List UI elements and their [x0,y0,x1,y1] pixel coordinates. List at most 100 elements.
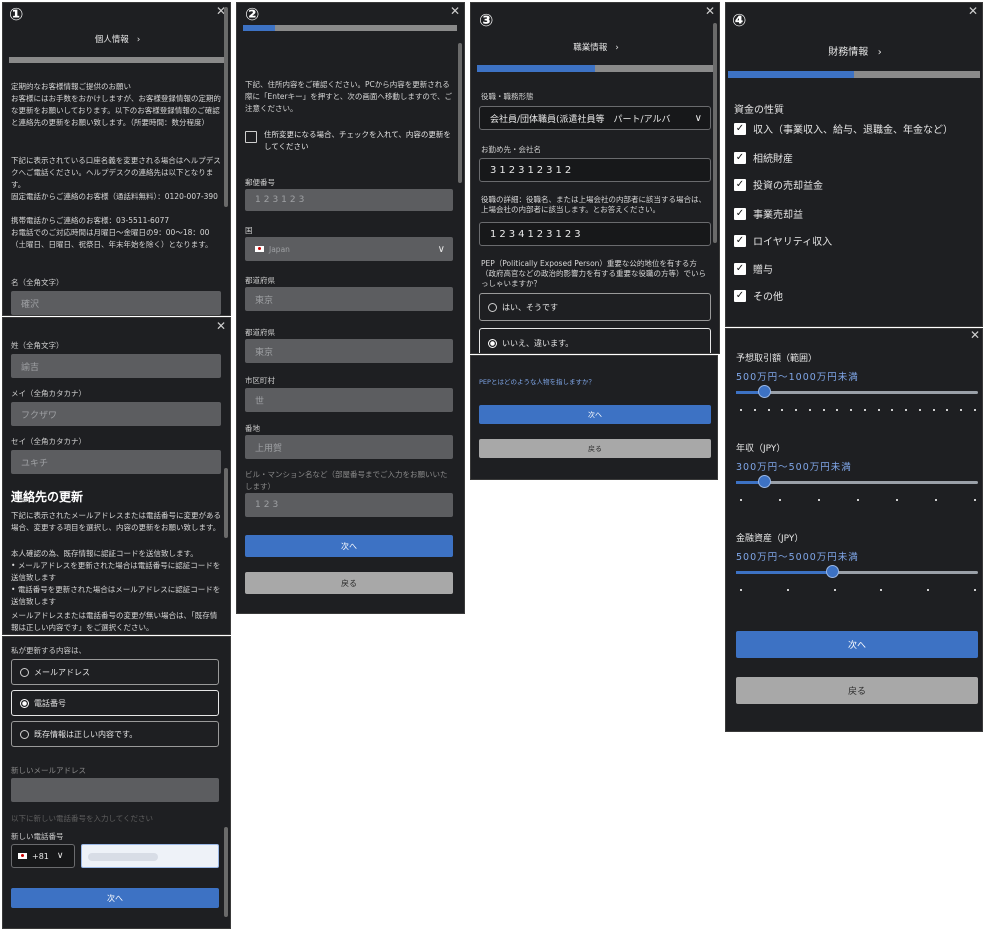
pep-no-option[interactable]: いいえ、違います。 [479,328,711,353]
income-ticks [740,499,976,501]
address-change-checkbox[interactable]: 住所変更になる場合、チェックを入れて、内容の更新をしてください [245,129,457,153]
trade-range-value: 500万円～1000万円未満 [736,372,859,383]
assets-knob[interactable] [825,565,839,578]
assets-ticks [740,589,976,591]
option-email[interactable]: メールアドレス [11,659,219,685]
step-number: ② [245,5,260,25]
postal-field[interactable]: 123123 [245,189,453,211]
radio-icon [488,302,497,312]
trade-range-knob[interactable] [758,385,772,398]
new-phone-label: 新しい電話番号 [11,832,64,841]
position-select[interactable]: 会社員/団体職員(派遣社員等 パート/アルバ ∨ [479,106,711,130]
pep-yes-option[interactable]: はい、そうです [479,293,711,321]
bullet-item: メールアドレスを更新された場合は電話番号に認証コードを送信致します [11,560,223,584]
source-checkbox[interactable]: ✓ 収入（事業収入、給与、退職金、年金など） [734,121,953,136]
last-name-field[interactable]: 諭吉 [11,354,221,378]
next-button[interactable]: 次へ [736,631,978,658]
checkbox-checked-icon: ✓ [734,262,746,275]
update-label: 私が更新する内容は、 [11,646,86,655]
detail-field[interactable]: 1234123123 [479,222,711,246]
contact-desc: 下記に表示されたメールアドレスまたは電話番号に変更がある場合、変更する項目を選択… [11,511,221,532]
country-select[interactable]: Japan ∨ [245,237,453,261]
auth-bullets: メールアドレスを更新された場合は電話番号に認証コードを送信致します 電話番号を更… [11,560,223,608]
sei-kana-field[interactable]: ユキチ [11,450,221,474]
source-checkbox[interactable]: ✓ 事業売却益 [734,206,803,221]
source-checkbox[interactable]: ✓ 相続財産 [734,150,793,165]
next-button[interactable]: 次へ [245,535,453,557]
checkbox-checked-icon: ✓ [734,207,746,220]
close-icon[interactable]: ✕ [970,329,980,341]
income-knob[interactable] [758,475,772,488]
panel-personal-info: ① ✕ 個人情報 › 定期的なお客様情報ご提供のお願い お客様にはお手数をおかけ… [2,2,231,316]
option-phone[interactable]: 電話番号 [11,690,219,716]
close-icon[interactable]: ✕ [450,5,460,17]
chevron-down-icon: ∨ [694,112,702,124]
mobile-line-text: 携帯電話からご連絡のお客様：03-5511-6077 [11,216,170,225]
new-email-field[interactable] [11,778,219,802]
bullet-item: 電話番号を更新された場合はメールアドレスに認証コードを送信致します [11,584,223,608]
street-field[interactable]: 上用賀 [245,435,453,459]
section-header[interactable]: 職業情報 › [471,41,719,53]
next-button[interactable]: 次へ [479,405,711,424]
step-number: ③ [479,11,494,31]
jp-flag-icon [255,246,264,252]
scrollbar[interactable] [713,23,717,243]
close-icon[interactable]: ✕ [968,5,978,17]
source-label: 資金の性質 [734,105,784,116]
mei-kana-field[interactable]: フクザワ [11,402,221,426]
sei-kana-label: セイ（全角カタカナ） [11,437,86,446]
section-header[interactable]: 財務情報 › [726,43,982,58]
prefecture-field[interactable]: 東京 [245,287,453,311]
option-existing[interactable]: 既存情報は正しい内容です。 [11,721,219,747]
trade-range-ticks [740,409,976,411]
country-label: 国 [245,226,253,235]
divider [9,57,225,63]
new-phone-field[interactable] [81,844,219,868]
redacted-value [88,853,158,861]
scrollbar[interactable] [224,468,228,538]
building-label: ビル・マンション名など（部屋番号までご入力をお願いいたします） [245,470,448,491]
source-checkbox[interactable]: ✓ 投資の売却益金 [734,177,823,192]
close-icon[interactable]: ✕ [705,5,715,17]
first-name-field[interactable]: 確沢 [11,291,221,315]
section-header[interactable]: 個人情報 › [3,33,230,45]
employer-label: お勤め先・会社名 [481,145,541,154]
trade-range-slider[interactable] [736,391,978,394]
employer-field[interactable]: 312312312 [479,158,711,182]
instructions-text: 下記、住所内容をご確認ください。PCから内容を更新される際に「Enterキー」を… [245,80,453,113]
checkbox-checked-icon: ✓ [734,122,746,135]
city-label: 市区町村 [245,376,275,385]
income-slider[interactable] [736,481,978,484]
step-number: ① [9,5,24,25]
checkbox-checked-icon: ✓ [734,178,746,191]
prefecture2-field[interactable]: 東京 [245,339,453,363]
radio-selected-icon [488,338,497,348]
hint-text: 以下に新しい電話番号を入力してください [11,814,154,823]
back-button[interactable]: 戻る [479,439,711,458]
next-button[interactable]: 次へ [11,888,219,908]
assets-slider[interactable] [736,571,978,574]
source-checkbox[interactable]: ✓ 贈与 [734,261,773,276]
step-number: ④ [732,11,747,31]
position-label: 役職・職務形態 [481,92,534,101]
new-email-label: 新しいメールアドレス [11,766,86,775]
scrollbar[interactable] [458,43,462,183]
contact-heading: 連絡先の更新 [11,490,84,504]
scrollbar[interactable] [224,827,228,917]
source-checkbox[interactable]: ✓ その他 [734,288,783,303]
fixed-line-text: 固定電話からご連絡のお客様（通話料無料）：0120-007-390 [11,192,218,201]
back-button[interactable]: 戻る [245,572,453,594]
first-name-label: 名（全角文字） [11,278,64,287]
trade-range-label: 予想取引額（範囲） [736,354,818,364]
close-icon[interactable]: ✕ [216,320,226,332]
scrollbar[interactable] [224,7,228,207]
country-code-select[interactable]: +81 ∨ [11,844,75,868]
city-field[interactable]: 世 [245,388,453,412]
source-checkbox[interactable]: ✓ ロイヤリティ収入 [734,233,832,248]
back-button[interactable]: 戻る [736,677,978,704]
pep-info-link[interactable]: PEPとはどのような人物を指しますか？ [479,376,595,386]
chevron-down-icon: ∨ [437,243,445,255]
building-field[interactable]: 123 [245,493,453,517]
chevron-right-icon: › [136,35,141,45]
chevron-down-icon: ∨ [56,851,64,861]
